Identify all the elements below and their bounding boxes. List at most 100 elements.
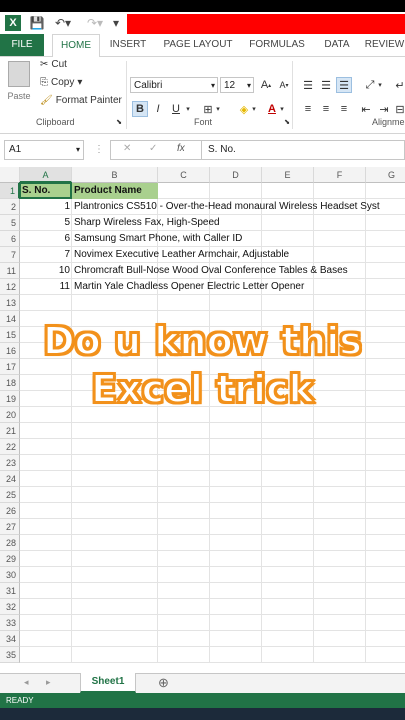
underline-button[interactable]: U — [168, 101, 184, 117]
row-header-17[interactable]: 17 — [0, 359, 20, 375]
format-painter-button[interactable]: 🖌 Format Painter — [40, 95, 122, 106]
font-name-select[interactable]: Calibri ▾ — [130, 77, 218, 93]
chevron-down-icon[interactable]: ▾ — [214, 101, 222, 117]
copy-dropdown-icon[interactable]: ▾ — [77, 77, 82, 88]
chevron-down-icon[interactable]: ▾ — [376, 77, 384, 93]
column-header-e[interactable]: E — [262, 167, 314, 183]
row-header-16[interactable]: 16 — [0, 343, 20, 359]
select-all-corner[interactable] — [0, 167, 20, 183]
column-header-g[interactable]: G — [366, 167, 405, 183]
row-header-14[interactable]: 14 — [0, 311, 20, 327]
tab-formulas[interactable]: FORMULAS — [244, 34, 310, 56]
row-header-1[interactable]: 1 — [0, 183, 20, 199]
font-size-select[interactable]: 12 ▾ — [220, 77, 254, 93]
formula-input[interactable]: S. No. — [202, 140, 405, 160]
tab-page-layout[interactable]: PAGE LAYOUT — [158, 34, 238, 56]
cell-serial-number[interactable]: 7 — [20, 247, 72, 263]
sheet-tab-sheet1[interactable]: Sheet1 — [80, 673, 136, 693]
row-header-7[interactable]: 7 — [0, 247, 20, 263]
cell-serial-number[interactable]: 5 — [20, 215, 72, 231]
cut-button[interactable]: ✂ Cut — [40, 59, 67, 70]
chevron-down-icon[interactable]: ▾ — [250, 101, 258, 117]
row-header-33[interactable]: 33 — [0, 615, 20, 631]
row-header-29[interactable]: 29 — [0, 551, 20, 567]
align-right-icon[interactable]: ≡ — [336, 101, 352, 117]
row-header-15[interactable]: 15 — [0, 327, 20, 343]
bold-button[interactable]: B — [132, 101, 148, 117]
align-left-icon[interactable]: ≡ — [300, 101, 316, 117]
scroll-left-icon[interactable]: ◂ — [24, 677, 29, 688]
tab-file[interactable]: FILE — [0, 34, 44, 56]
undo-icon[interactable]: ↶▾ — [52, 14, 74, 32]
column-header-a[interactable]: A — [20, 167, 72, 183]
cell-serial-number[interactable]: 1 — [20, 199, 72, 215]
row-header-28[interactable]: 28 — [0, 535, 20, 551]
cell-serial-number[interactable]: 10 — [20, 263, 72, 279]
table-header-cell[interactable]: S. No. — [20, 183, 72, 199]
copy-button[interactable]: ⎘ Copy ▾ — [40, 77, 82, 88]
align-bottom-icon[interactable]: ☰ — [336, 77, 352, 93]
wrap-text-icon[interactable]: ↵ — [392, 77, 405, 93]
cell-serial-number[interactable]: 11 — [20, 279, 72, 295]
scroll-right-icon[interactable]: ▸ — [46, 677, 51, 688]
cell-product-name[interactable]: Chromcraft Bull-Nose Wood Oval Conferenc… — [72, 263, 350, 279]
column-header-f[interactable]: F — [314, 167, 366, 183]
cell-serial-number[interactable]: 6 — [20, 231, 72, 247]
row-header-5[interactable]: 5 — [0, 215, 20, 231]
row-header-6[interactable]: 6 — [0, 231, 20, 247]
align-center-icon[interactable]: ≡ — [318, 101, 334, 117]
row-header-11[interactable]: 11 — [0, 263, 20, 279]
cell-product-name[interactable]: Novimex Executive Leather Armchair, Adju… — [72, 247, 291, 263]
row-header-26[interactable]: 26 — [0, 503, 20, 519]
name-box[interactable]: A1 ▾ — [4, 140, 84, 160]
row-header-12[interactable]: 12 — [0, 279, 20, 295]
tab-review[interactable]: REVIEW — [364, 34, 405, 56]
table-header-cell[interactable]: Product Name — [72, 183, 158, 199]
merge-center-icon[interactable]: ⊟ — [392, 101, 405, 117]
row-header-24[interactable]: 24 — [0, 471, 20, 487]
row-header-32[interactable]: 32 — [0, 599, 20, 615]
row-header-34[interactable]: 34 — [0, 631, 20, 647]
decrease-indent-icon[interactable]: ⇤ — [358, 101, 374, 117]
grow-font-icon[interactable]: A ▴ — [258, 77, 274, 93]
insert-function-icon[interactable]: fx — [177, 143, 185, 154]
column-header-c[interactable]: C — [158, 167, 210, 183]
row-header-35[interactable]: 35 — [0, 647, 20, 663]
redo-icon[interactable]: ↷▾ — [84, 14, 106, 32]
save-icon[interactable]: 💾 — [28, 14, 46, 32]
cell-product-name[interactable]: Samsung Smart Phone, with Caller ID — [72, 231, 244, 247]
align-middle-icon[interactable]: ☰ — [318, 77, 334, 93]
chevron-down-icon[interactable]: ▾ — [184, 101, 192, 117]
chevron-down-icon[interactable]: ▾ — [278, 101, 286, 117]
tab-data[interactable]: DATA — [316, 34, 358, 56]
row-header-25[interactable]: 25 — [0, 487, 20, 503]
tab-home[interactable]: HOME — [52, 34, 100, 58]
row-header-31[interactable]: 31 — [0, 583, 20, 599]
align-top-icon[interactable]: ☰ — [300, 77, 316, 93]
increase-indent-icon[interactable]: ⇥ — [376, 101, 392, 117]
clipboard-launcher-icon[interactable]: ⬊ — [114, 117, 124, 127]
row-header-27[interactable]: 27 — [0, 519, 20, 535]
row-header-19[interactable]: 19 — [0, 391, 20, 407]
row-header-22[interactable]: 22 — [0, 439, 20, 455]
row-header-20[interactable]: 20 — [0, 407, 20, 423]
enter-icon[interactable]: ✓ — [149, 143, 157, 154]
cell-product-name[interactable]: Sharp Wireless Fax, High-Speed — [72, 215, 222, 231]
column-header-b[interactable]: B — [72, 167, 158, 183]
row-header-21[interactable]: 21 — [0, 423, 20, 439]
row-header-30[interactable]: 30 — [0, 567, 20, 583]
tab-insert[interactable]: INSERT — [104, 34, 152, 56]
add-sheet-icon[interactable]: ⊕ — [158, 675, 169, 691]
worksheet-grid[interactable]: A B C D E F G 1 2 5 6 7 11 12 13 14 15 16 17 18 19 20 21 22 23 24… — [0, 167, 405, 673]
cell-product-name[interactable]: Plantronics CS510 - Over-the-Head monaur… — [72, 199, 382, 215]
cell-product-name[interactable]: Martin Yale Chadless Opener Electric Let… — [72, 279, 306, 295]
row-header-13[interactable]: 13 — [0, 295, 20, 311]
row-header-2[interactable]: 2 — [0, 199, 20, 215]
paste-button[interactable]: Paste — [4, 61, 34, 109]
row-header-18[interactable]: 18 — [0, 375, 20, 391]
cancel-icon[interactable]: ✕ — [123, 143, 131, 154]
column-header-d[interactable]: D — [210, 167, 262, 183]
italic-button[interactable]: I — [150, 101, 166, 117]
font-launcher-icon[interactable]: ⬊ — [282, 117, 292, 127]
shrink-font-icon[interactable]: A ▾ — [276, 77, 292, 93]
